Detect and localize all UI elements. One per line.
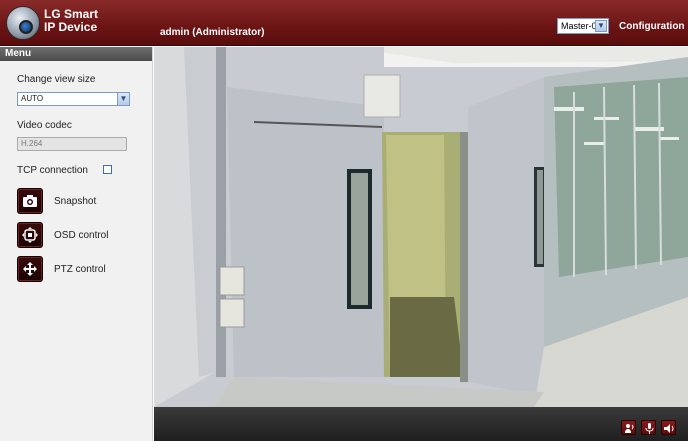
chevron-down-icon[interactable]: ▼ xyxy=(595,20,607,32)
video-codec-field: H.264 xyxy=(17,137,127,151)
volume-button[interactable] xyxy=(661,420,676,435)
view-size-select[interactable]: AUTO ▼ xyxy=(17,92,130,106)
menu-title: Menu xyxy=(0,47,152,61)
lg-camera-logo-icon xyxy=(6,6,40,40)
video-codec-label: Video codec xyxy=(17,120,72,131)
ptz-icon xyxy=(23,262,37,276)
video-frame-image xyxy=(154,47,688,407)
camera-icon xyxy=(23,195,37,207)
master-select[interactable]: Master-0 ▼ xyxy=(557,18,609,34)
live-video-view[interactable] xyxy=(154,47,688,407)
snapshot-label[interactable]: Snapshot xyxy=(54,196,96,207)
chevron-down-icon[interactable]: ▼ xyxy=(117,93,129,105)
tcp-connection-label: TCP connection xyxy=(17,165,88,176)
speaker-talk-button[interactable] xyxy=(621,420,636,435)
sidebar-menu: Menu Change view size AUTO ▼ Video codec… xyxy=(0,47,153,441)
speaker-talk-icon xyxy=(625,424,634,433)
current-user: admin (Administrator) xyxy=(160,27,265,38)
osd-control-button[interactable] xyxy=(17,222,43,248)
brand-title: LG Smart IP Device xyxy=(44,8,98,34)
app-header: LG Smart IP Device admin (Administrator)… xyxy=(0,0,688,46)
change-view-size-label: Change view size xyxy=(17,74,96,85)
microphone-button[interactable] xyxy=(641,420,656,435)
microphone-icon xyxy=(645,423,654,434)
configuration-link[interactable]: Configuration xyxy=(619,21,685,32)
ptz-control-button[interactable] xyxy=(17,256,43,282)
ptz-control-label[interactable]: PTZ control xyxy=(54,264,106,275)
master-select-value: Master-0 xyxy=(561,21,597,31)
volume-icon xyxy=(664,424,674,433)
video-control-bar xyxy=(154,407,688,441)
view-size-value: AUTO xyxy=(21,94,44,103)
brand-line1: LG Smart xyxy=(44,7,99,21)
snapshot-button[interactable] xyxy=(17,188,43,214)
osd-icon xyxy=(22,227,38,243)
osd-control-label[interactable]: OSD control xyxy=(54,230,108,241)
tcp-connection-checkbox[interactable] xyxy=(103,165,112,174)
brand-line2: IP Device xyxy=(44,20,98,34)
